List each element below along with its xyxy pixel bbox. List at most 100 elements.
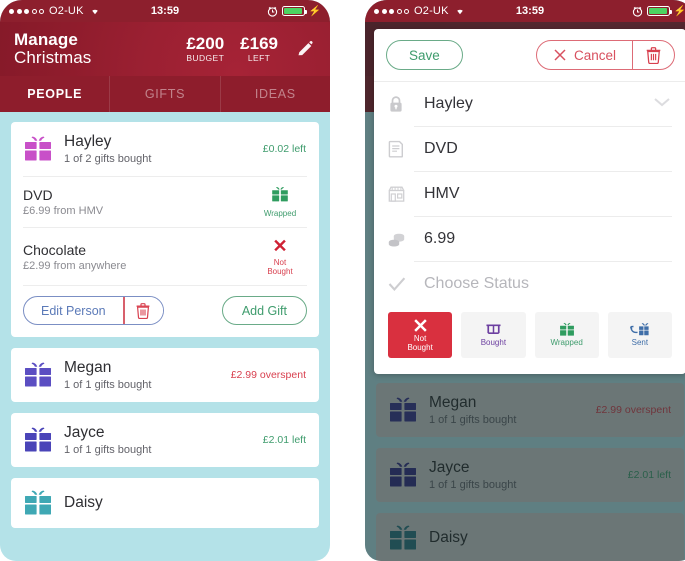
person-row[interactable]: Jayce 1 of 1 gifts bought £2.01 left	[11, 413, 319, 467]
edit-delete-group: Edit Person	[23, 296, 164, 326]
person-subtitle: 1 of 2 gifts bought	[64, 152, 152, 165]
field-price-value: 6.99	[424, 230, 456, 247]
checkmark-icon	[388, 276, 414, 292]
person-row[interactable]: Daisy	[11, 478, 319, 528]
field-gift-name[interactable]: DVD	[374, 127, 685, 171]
delete-gift-button[interactable]	[632, 41, 674, 69]
field-person-value: Hayley	[424, 95, 473, 112]
trash-icon	[136, 302, 150, 319]
edit-gift-modal: Save Cancel Hayley DVD HMV 6.99 Choose S…	[374, 29, 685, 374]
gift-subtitle: £2.99 from anywhere	[23, 259, 127, 272]
left-amount: £169	[240, 34, 278, 54]
person-amount: £2.01 left	[262, 434, 306, 447]
chevron-down-icon[interactable]	[652, 95, 672, 113]
gift-name: DVD	[23, 186, 53, 203]
person-card-megan[interactable]: Megan 1 of 1 gifts bought £2.99 overspen…	[11, 348, 319, 403]
field-gift-name-value: DVD	[424, 140, 458, 157]
alarm-clock-icon	[632, 6, 642, 17]
status-option-label: Sent	[631, 338, 649, 348]
tab-bar[interactable]: PEOPLE GIFTS IDEAS	[0, 76, 330, 112]
gift-box-icon	[272, 186, 288, 202]
person-card-hayley[interactable]: Hayley 1 of 2 gifts bought £0.02 left DV…	[11, 122, 319, 338]
trash-icon	[646, 46, 661, 64]
status-option-label: Not Bought	[407, 333, 433, 352]
field-shop-value: HMV	[424, 185, 460, 202]
person-info: Daisy	[64, 494, 306, 512]
battery-icon	[646, 6, 672, 16]
gift-info: DVD £6.99 from HMV	[23, 187, 254, 217]
signal-strength-icon	[374, 8, 409, 14]
cross-icon	[413, 319, 427, 332]
budget-caption: BUDGET	[186, 52, 225, 63]
field-price[interactable]: 6.99	[374, 217, 685, 261]
save-button[interactable]: Save	[386, 40, 463, 70]
tab-ideas[interactable]: IDEAS	[221, 76, 330, 112]
status-option-label: Wrapped	[550, 338, 583, 348]
status-option-label: Bought	[480, 338, 507, 348]
gift-row-chocolate[interactable]: Chocolate £2.99 from anywhere ✕ Not Boug…	[11, 228, 319, 285]
person-name: Daisy	[64, 494, 103, 512]
screenshot-stage: O2-UK 13:59 ⚡ Manage Christmas £200 BUDG…	[0, 0, 685, 561]
shop-icon	[388, 185, 414, 203]
person-actions: Edit Person Add Gift	[11, 286, 319, 337]
title-line-2: Christmas	[14, 48, 92, 67]
gift-status-label: Not Bought	[267, 258, 293, 277]
note-icon	[388, 140, 414, 158]
people-list: Hayley 1 of 2 gifts bought £0.02 left DV…	[0, 112, 330, 528]
gift-status-label: Wrapped	[263, 208, 297, 218]
person-amount: £2.99 overspent	[230, 369, 306, 382]
status-option-sent[interactable]: Sent	[607, 312, 672, 358]
gift-status-not-bought: ✕ Not Bought	[254, 237, 306, 276]
status-option-wrapped[interactable]: Wrapped	[534, 312, 599, 358]
person-amount: £0.02 left	[262, 142, 306, 155]
coins-icon	[388, 230, 414, 248]
tab-people[interactable]: PEOPLE	[0, 76, 111, 112]
status-option-bought[interactable]: Bought	[461, 312, 526, 358]
status-bar: O2-UK 13:59 ⚡	[365, 0, 685, 22]
tab-gifts[interactable]: GIFTS	[110, 76, 221, 112]
wifi-icon	[89, 5, 101, 18]
person-subtitle: 1 of 1 gifts bought	[64, 379, 152, 392]
gift-info: Chocolate £2.99 from anywhere	[23, 242, 254, 272]
status-bar-right: ⚡	[632, 6, 685, 17]
cross-icon: ✕	[272, 236, 288, 256]
person-row[interactable]: Hayley 1 of 2 gifts bought £0.02 left	[11, 122, 319, 176]
gift-row-dvd[interactable]: DVD £6.99 from HMV Wrapped	[11, 177, 319, 227]
gift-box-icon	[23, 135, 53, 163]
field-shop[interactable]: HMV	[374, 172, 685, 216]
title-line-1: Manage	[14, 30, 78, 50]
lightning-bolt-icon: ⚡	[308, 5, 321, 17]
phone-right: O2-UK 13:59 ⚡ Manage Christmas £200 BUDG…	[365, 0, 685, 561]
person-card-daisy[interactable]: Daisy	[11, 478, 319, 528]
gift-box-icon	[559, 323, 574, 337]
person-name: Megan	[64, 359, 112, 377]
alarm-clock-icon	[267, 6, 277, 17]
cancel-label: Cancel	[573, 47, 616, 63]
carrier-label: O2-UK	[49, 5, 84, 17]
lightning-bolt-icon: ⚡	[673, 5, 685, 17]
budget-stat: £200 BUDGET	[186, 35, 224, 63]
person-info: Jayce 1 of 1 gifts bought	[64, 424, 263, 456]
person-subtitle: 1 of 1 gifts bought	[64, 444, 152, 456]
battery-icon	[281, 6, 307, 16]
status-option-grid: Not Bought Bought Wrapped Sent	[374, 306, 685, 374]
person-row[interactable]: Megan 1 of 1 gifts bought £2.99 overspen…	[11, 348, 319, 402]
field-person[interactable]: Hayley	[374, 82, 685, 126]
send-gift-icon	[630, 323, 649, 336]
add-gift-button[interactable]: Add Gift	[221, 296, 307, 326]
cancel-button[interactable]: Cancel	[537, 41, 632, 69]
person-card-jayce[interactable]: Jayce 1 of 1 gifts bought £2.01 left	[11, 413, 319, 467]
edit-person-button[interactable]: Edit Person	[24, 297, 123, 324]
pencil-icon[interactable]	[294, 38, 316, 60]
signal-strength-icon	[9, 8, 44, 14]
status-bar: O2-UK 13:59 ⚡	[0, 0, 330, 22]
status-option-not-bought[interactable]: Not Bought	[388, 312, 453, 358]
page-title: Manage Christmas	[14, 31, 91, 67]
field-status-placeholder: Choose Status	[424, 275, 529, 292]
wifi-icon	[454, 5, 466, 18]
delete-person-button[interactable]	[122, 297, 163, 325]
phone-left: O2-UK 13:59 ⚡ Manage Christmas £200 BUDG…	[0, 0, 330, 561]
close-x-icon	[554, 49, 566, 61]
carrier-label: O2-UK	[414, 5, 449, 17]
app-header: Manage Christmas £200 BUDGET £169 LEFT	[0, 22, 330, 76]
